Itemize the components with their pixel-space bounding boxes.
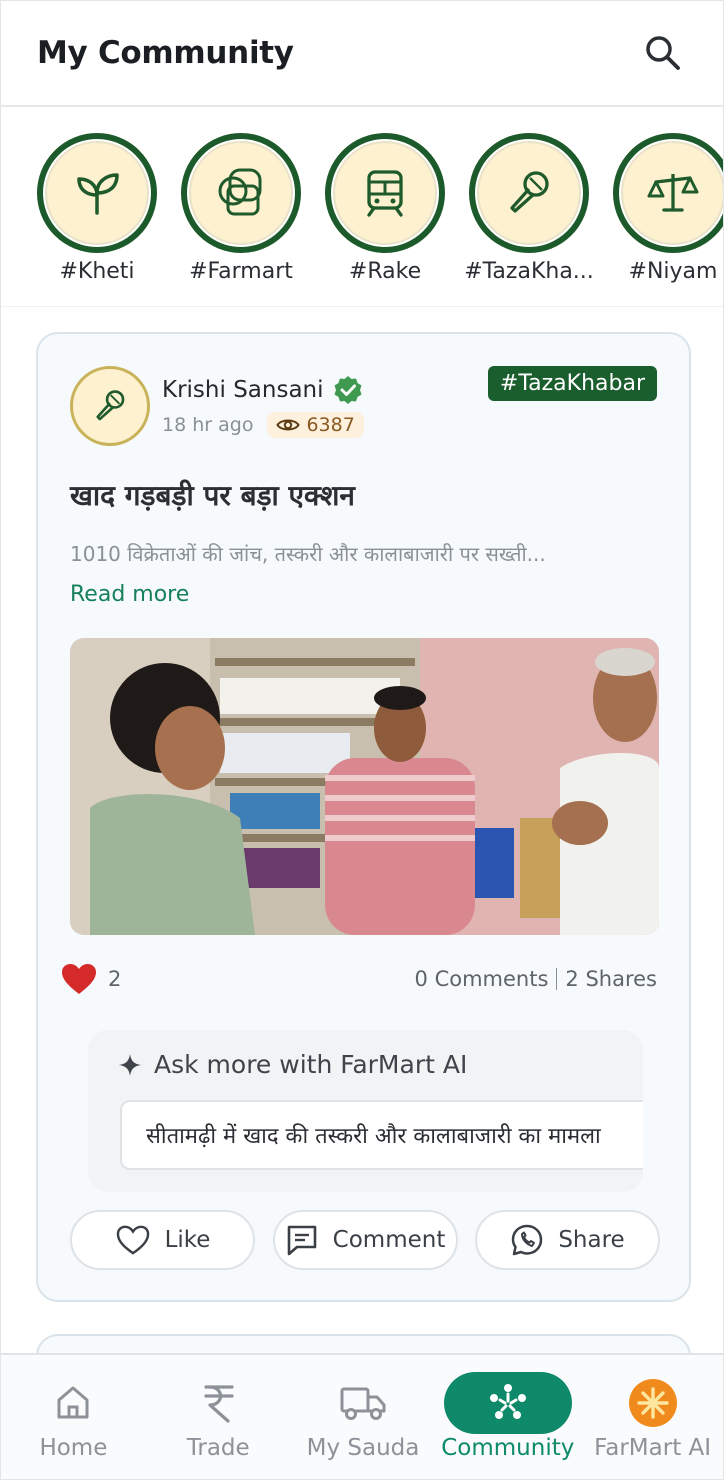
- post-description: 1010 विक्रेताओं की जांच, तस्करी और कालाब…: [70, 542, 546, 566]
- bottom-navigation: Home Trade My Sauda Community FarMart AI: [1, 1353, 723, 1479]
- heart-outline-icon: [116, 1225, 149, 1255]
- divider: [556, 968, 558, 990]
- story-ring: [181, 133, 301, 253]
- sparkle-icon: [119, 1053, 141, 1076]
- likes-summary[interactable]: 2: [60, 962, 121, 996]
- shop-photo-illustration: [70, 638, 659, 935]
- story-ring: [469, 133, 589, 253]
- author-name-row: Krishi Sansani: [162, 374, 364, 406]
- story-tazakhabar[interactable]: #TazaKha...: [457, 133, 601, 306]
- ai-suggested-prompt[interactable]: सीतामढ़ी में खाद की तस्करी और कालाबाजारी…: [120, 1100, 643, 1170]
- ask-ai-title: Ask more with FarMart AI: [154, 1050, 468, 1079]
- rupee-icon: [204, 1385, 234, 1423]
- comments-shares-summary: 0 Comments 2 Shares: [415, 967, 657, 991]
- truck-icon: [340, 1387, 386, 1420]
- nav-label: Community: [441, 1435, 575, 1461]
- nav-trade[interactable]: Trade: [146, 1355, 291, 1479]
- nav-community[interactable]: Community: [435, 1355, 580, 1479]
- story-ring: [613, 133, 723, 253]
- home-icon: [57, 1386, 89, 1419]
- ask-farmart-ai-box: Ask more with FarMart AI सीतामढ़ी में खा…: [88, 1030, 643, 1192]
- comment-icon: [287, 1225, 316, 1256]
- like-label: Like: [164, 1227, 211, 1253]
- search-button[interactable]: [639, 29, 687, 77]
- engagement-stats: 2 0 Comments 2 Shares: [60, 962, 657, 996]
- share-label: Share: [558, 1227, 625, 1253]
- train-icon: [367, 170, 403, 217]
- story-label: #Kheti: [59, 259, 135, 284]
- nav-label: My Sauda: [306, 1435, 420, 1461]
- story-label: #Farmart: [189, 259, 293, 284]
- nav-my-sauda[interactable]: My Sauda: [291, 1355, 436, 1479]
- story-ring: [325, 133, 445, 253]
- views-count: 6387: [306, 414, 355, 436]
- ask-ai-heading: Ask more with FarMart AI: [118, 1050, 467, 1079]
- likes-count: 2: [108, 967, 122, 991]
- share-button[interactable]: Share: [475, 1210, 660, 1270]
- verified-badge-icon: [334, 376, 362, 404]
- story-rake[interactable]: #Rake: [313, 133, 457, 306]
- shares-count[interactable]: 2 Shares: [565, 967, 657, 991]
- nav-home[interactable]: Home: [1, 1355, 146, 1479]
- post-card: Krishi Sansani 18 hr ago 6387 #TazaKhaba…: [36, 332, 691, 1302]
- like-button[interactable]: Like: [70, 1210, 255, 1270]
- scales-icon: [647, 174, 699, 212]
- post-header: Krishi Sansani 18 hr ago 6387 #TazaKhaba…: [70, 366, 657, 446]
- farmart-logo-icon: [218, 168, 262, 216]
- microphone-icon: [510, 171, 549, 213]
- post-title: खाद गड़बड़ी पर बड़ा एक्शन: [70, 479, 355, 512]
- nav-label: Trade: [186, 1435, 250, 1461]
- post-tag[interactable]: #TazaKhabar: [487, 366, 657, 401]
- story-label: #Niyam: [628, 259, 718, 284]
- nav-label: Home: [39, 1435, 108, 1461]
- heart-filled-icon: [62, 964, 96, 994]
- top-app-bar: My Community: [1, 1, 723, 107]
- microphone-icon: [96, 390, 125, 421]
- comment-button[interactable]: Comment: [272, 1210, 458, 1270]
- post-time: 18 hr ago: [162, 414, 254, 436]
- active-indicator-pill: [443, 1372, 572, 1434]
- post-image[interactable]: [70, 638, 659, 935]
- post-meta: 18 hr ago 6387: [162, 412, 364, 438]
- read-more-link[interactable]: Read more: [70, 582, 189, 607]
- hashtag-stories-row: #Kheti #Farmart #Rake #TazaKha... #Niyam: [1, 107, 723, 307]
- post-actions: Like Comment Share: [70, 1210, 660, 1270]
- comment-label: Comment: [332, 1227, 446, 1253]
- story-farmart[interactable]: #Farmart: [169, 133, 313, 306]
- page-title: My Community: [37, 35, 294, 71]
- views-badge: 6387: [267, 412, 364, 438]
- farmart-ai-icon: [628, 1379, 677, 1427]
- author-avatar[interactable]: [70, 366, 150, 446]
- community-icon: [489, 1384, 526, 1419]
- nav-farmart-ai[interactable]: FarMart AI: [580, 1355, 723, 1479]
- story-kheti[interactable]: #Kheti: [25, 133, 169, 306]
- leaf-icon: [77, 173, 119, 215]
- app-screen: My Community #Kheti #Farmart #Rake #Taza…: [0, 0, 724, 1480]
- comments-count[interactable]: 0 Comments: [415, 967, 549, 991]
- whatsapp-icon: [512, 1224, 543, 1256]
- author-name[interactable]: Krishi Sansani: [162, 377, 324, 403]
- story-niyam[interactable]: #Niyam: [601, 133, 723, 306]
- story-label: #TazaKha...: [464, 259, 594, 284]
- story-ring: [37, 133, 157, 253]
- nav-label: FarMart AI: [594, 1435, 712, 1461]
- eye-icon: [276, 419, 301, 431]
- story-label: #Rake: [348, 259, 422, 284]
- search-icon: [646, 36, 680, 70]
